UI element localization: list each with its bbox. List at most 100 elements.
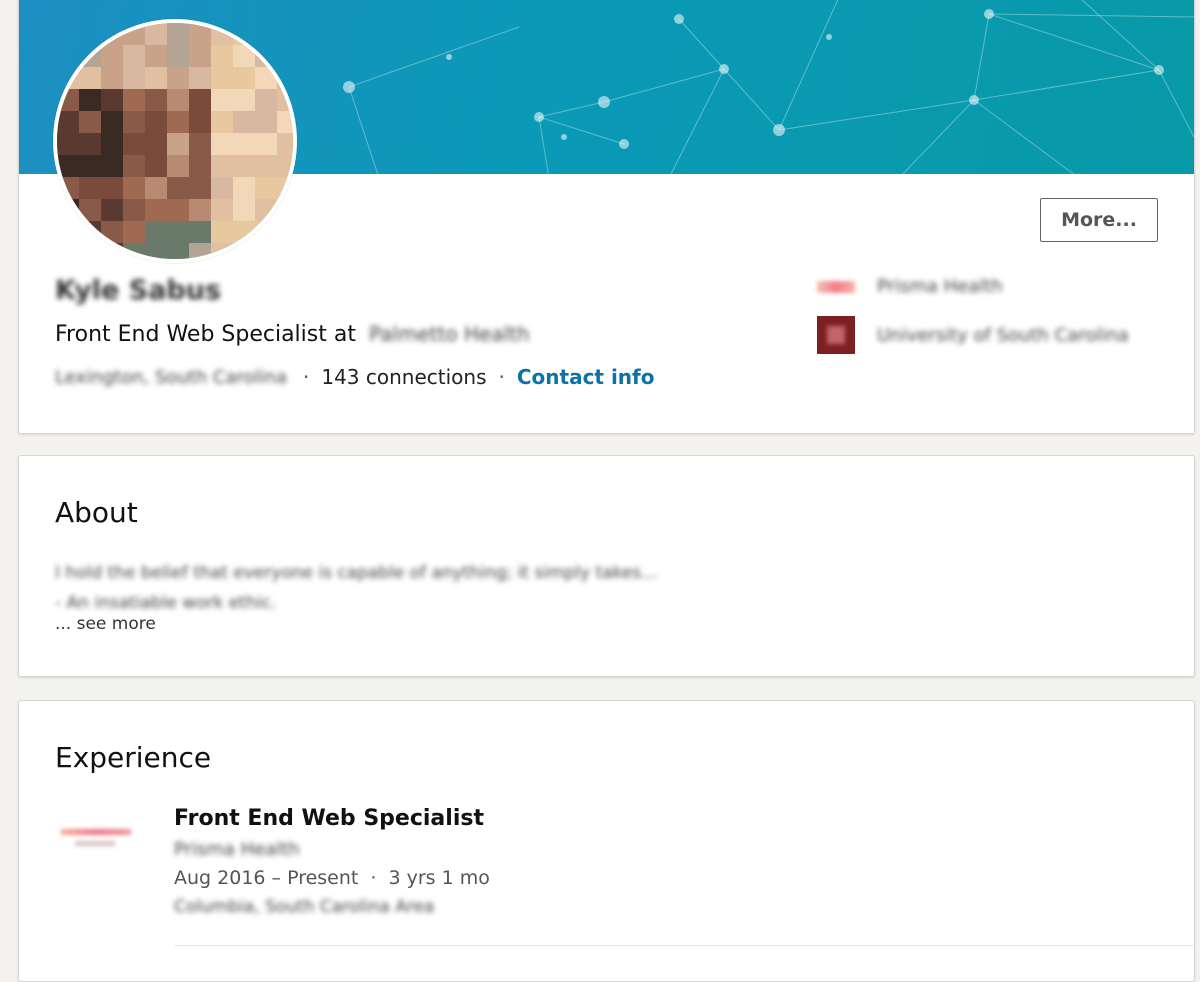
- avatar-pixel: [79, 177, 101, 199]
- avatar-pixel: [277, 243, 293, 259]
- avatar-pixel: [57, 243, 79, 259]
- avatar-pixel: [79, 23, 101, 45]
- avatar-pixel: [167, 133, 189, 155]
- avatar-pixel: [167, 243, 189, 259]
- avatar-pixel: [277, 133, 293, 155]
- avatar-pixel: [79, 221, 101, 243]
- avatar-pixel: [123, 45, 145, 67]
- avatar-pixel: [233, 243, 255, 259]
- connections-count[interactable]: 143 connections: [321, 365, 486, 389]
- experience-role[interactable]: Front End Web Specialist: [174, 806, 484, 831]
- avatar-pixel: [255, 177, 277, 199]
- avatar-pixel: [167, 89, 189, 111]
- avatar-pixel: [255, 155, 277, 177]
- avatar-pixel: [167, 111, 189, 133]
- avatar-pixel: [255, 221, 277, 243]
- avatar-pixel: [57, 199, 79, 221]
- avatar-pixel: [101, 199, 123, 221]
- avatar-pixel: [189, 177, 211, 199]
- avatar-pixel: [57, 111, 79, 133]
- avatar-pixel: [79, 243, 101, 259]
- avatar-pixel: [233, 199, 255, 221]
- avatar-pixel: [211, 221, 233, 243]
- avatar-pixel: [233, 133, 255, 155]
- avatar-pixel: [123, 111, 145, 133]
- profile-location: Lexington, South Carolina: [55, 366, 287, 388]
- employer-logo-icon[interactable]: [61, 829, 131, 851]
- education-name: University of South Carolina: [877, 324, 1129, 346]
- avatar-pixel: [123, 243, 145, 259]
- avatar-pixel: [167, 155, 189, 177]
- avatar-pixel: [123, 133, 145, 155]
- avatar-pixel: [233, 155, 255, 177]
- avatar-pixel: [255, 23, 277, 45]
- about-summary: I hold the belief that everyone is capab…: [55, 558, 657, 618]
- avatar-pixel: [255, 133, 277, 155]
- avatar-pixel: [211, 155, 233, 177]
- avatar-pixel: [145, 133, 167, 155]
- headline-company: Palmetto Health: [368, 322, 530, 346]
- avatar-pixel: [79, 199, 101, 221]
- employer-logo-icon: [817, 280, 855, 293]
- avatar-pixel: [167, 177, 189, 199]
- avatar-pixel: [57, 89, 79, 111]
- avatar-pixel: [233, 23, 255, 45]
- separator-dot: ·: [302, 365, 310, 389]
- more-button[interactable]: More...: [1040, 198, 1158, 242]
- avatar-pixel: [277, 199, 293, 221]
- profile-name: Kyle Sabus: [55, 275, 222, 306]
- avatar-pixel: [123, 23, 145, 45]
- avatar-pixel: [79, 133, 101, 155]
- avatar-pixel: [101, 133, 123, 155]
- divider: [174, 945, 1194, 946]
- avatar-pixel: [123, 199, 145, 221]
- avatar-pixel: [145, 45, 167, 67]
- avatar-pixel: [145, 221, 167, 243]
- avatar-pixel: [167, 67, 189, 89]
- avatar-pixel: [211, 243, 233, 259]
- avatar-pixel: [123, 155, 145, 177]
- profile-card: More... Kyle Sabus Front End Web Special…: [18, 0, 1195, 434]
- experience-location: Columbia, South Carolina Area: [174, 897, 435, 917]
- avatar-pixel: [189, 155, 211, 177]
- education-link[interactable]: University of South Carolina: [817, 316, 1129, 354]
- avatar-pixel: [79, 111, 101, 133]
- current-employer-link[interactable]: Prisma Health: [817, 276, 1003, 297]
- avatar-pixel: [57, 221, 79, 243]
- avatar-pixel: [189, 111, 211, 133]
- avatar-pixel: [57, 45, 79, 67]
- avatar-pixel: [189, 67, 211, 89]
- avatar-pixel: [145, 111, 167, 133]
- avatar-pixel: [101, 111, 123, 133]
- avatar-pixel: [145, 243, 167, 259]
- experience-card: Experience Front End Web Specialist Pris…: [18, 700, 1195, 982]
- avatar-pixel: [233, 45, 255, 67]
- experience-date-range: Aug 2016 – Present: [174, 867, 359, 889]
- contact-info-link[interactable]: Contact info: [517, 365, 655, 389]
- avatar-pixel: [233, 111, 255, 133]
- avatar-pixel: [145, 89, 167, 111]
- avatar-pixel: [233, 221, 255, 243]
- avatar-pixel: [101, 155, 123, 177]
- avatar-pixel: [123, 67, 145, 89]
- about-line: I hold the belief that everyone is capab…: [55, 563, 658, 583]
- avatar-pixel: [277, 111, 293, 133]
- profile-headline: Front End Web Specialist at Palmetto Hea…: [55, 322, 530, 347]
- avatar-pixel: [233, 67, 255, 89]
- avatar-pixel: [167, 45, 189, 67]
- profile-meta: Lexington, South Carolina · 143 connecti…: [55, 365, 655, 389]
- profile-avatar[interactable]: [53, 19, 297, 263]
- avatar-pixel: [101, 177, 123, 199]
- avatar-pixel: [255, 89, 277, 111]
- see-more-link[interactable]: ... see more: [55, 614, 156, 634]
- avatar-pixel: [255, 67, 277, 89]
- avatar-pixel: [57, 23, 79, 45]
- avatar-pixel: [211, 199, 233, 221]
- experience-duration: 3 yrs 1 mo: [388, 867, 490, 889]
- avatar-pixel: [189, 133, 211, 155]
- avatar-pixel: [57, 177, 79, 199]
- avatar-pixel: [211, 23, 233, 45]
- avatar-pixel: [57, 67, 79, 89]
- avatar-pixel: [101, 23, 123, 45]
- avatar-pixel: [101, 243, 123, 259]
